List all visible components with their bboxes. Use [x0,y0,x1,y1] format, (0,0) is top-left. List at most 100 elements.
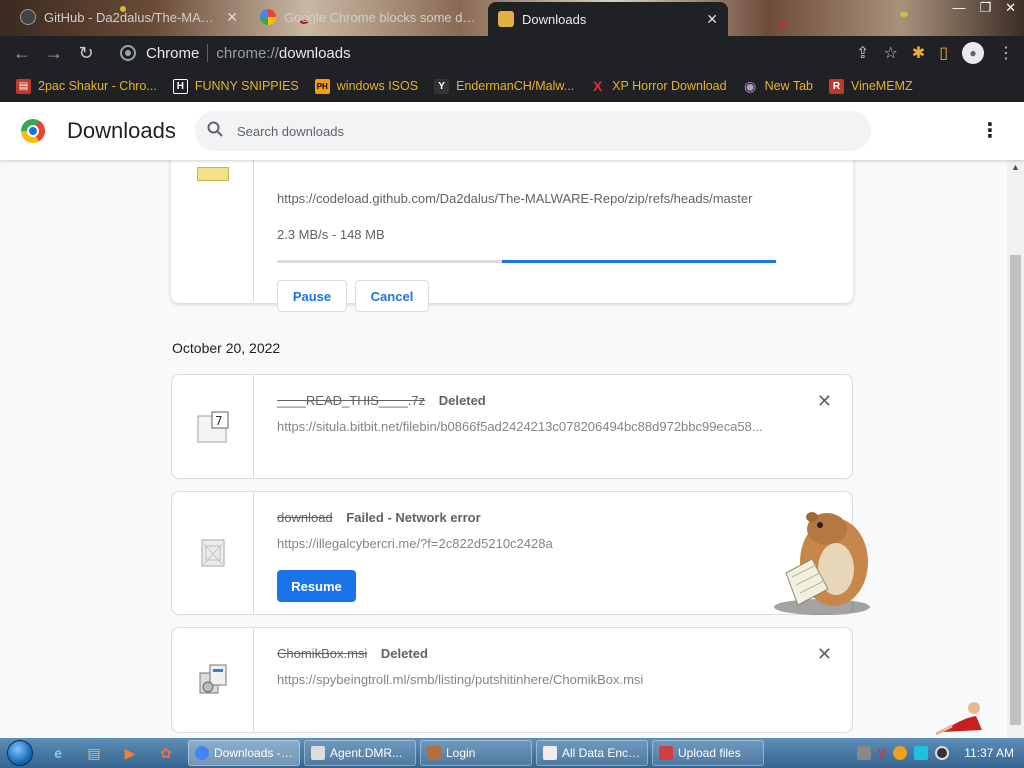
resume-button[interactable]: Resume [277,570,356,602]
share-icon[interactable]: ⇪ [856,43,869,63]
more-actions-icon[interactable]: ⋮ [980,119,1000,143]
taskbar-label: Upload files [678,746,741,760]
window-controls: — ❐ ✕ [952,0,1016,20]
chrome-icon [195,746,209,760]
scrollbar-thumb[interactable] [1010,255,1021,725]
extensions-icon[interactable]: ✱ [912,43,925,63]
url-path: downloads [278,44,351,62]
bookmark-endermanch[interactable]: Y EndermanCH/Malw... [434,78,574,94]
download-url[interactable]: https://codeload.github.com/Da2dalus/The… [277,191,777,206]
system-tray: V 11:37 AM [856,738,1024,768]
tray-volume-icon[interactable] [935,746,950,760]
download-card-active: https://codeload.github.com/Da2dalus/The… [171,160,853,312]
window-icon [543,746,557,760]
remove-icon[interactable]: ✕ [817,644,832,665]
scroll-up-icon[interactable]: ▲ [1011,162,1020,172]
bookmark-xp-horror[interactable]: X XP Horror Download [590,78,727,94]
bookmark-favicon-icon: R [829,78,844,94]
bookmark-label: FUNNY SNIPPIES [194,79,299,93]
taskbar-button-upload-files[interactable]: Upload files [652,740,764,766]
download-card: download Failed - Network error https://… [171,491,853,615]
close-icon[interactable]: ✕ [706,11,718,28]
bookmark-favicon-icon: H [172,78,188,94]
bookmark-funny-snippies[interactable]: H FUNNY SNIPPIES [172,78,299,94]
pause-button[interactable]: Pause [277,280,347,312]
bookmarks-bar: ▤ 2pac Shakur - Chro... H FUNNY SNIPPIES… [0,70,1024,102]
forward-button[interactable]: → [38,37,70,69]
search-icon [207,121,223,142]
back-button[interactable]: ← [6,37,38,69]
svg-text:7: 7 [215,414,223,428]
close-icon[interactable]: ✕ [226,9,238,26]
file-icon-column [172,160,254,302]
file-explorer-icon[interactable]: ▤ [80,739,108,767]
download-name-row: ChomikBox.msi Deleted [277,646,428,661]
downloads-header: Downloads ⋮ [0,102,1024,160]
zip-file-icon [197,167,229,181]
taskbar-label: Login [446,746,476,760]
tab-downloads[interactable]: Downloads ✕ [488,2,728,36]
side-panel-icon[interactable]: ▯ [939,43,948,63]
tray-v-icon[interactable]: V [878,746,887,761]
taskbar-button-login[interactable]: Login [420,740,532,766]
internet-explorer-icon[interactable]: e [44,739,72,767]
date-group-header: October 20, 2022 [172,340,281,356]
minimize-icon[interactable]: — [952,0,965,20]
tab-github[interactable]: GitHub - Da2dalus/The-MALWA... ✕ [10,2,248,32]
profile-avatar[interactable]: ● [962,42,984,64]
remove-icon[interactable]: ✕ [817,391,832,412]
omnibox-label: Chrome [146,44,200,62]
download-url[interactable]: https://spybeingtroll.ml/smb/listing/put… [277,672,777,687]
file-name[interactable]: ____READ_THIS____.7z [277,393,425,408]
window-icon [311,746,325,760]
taskbar-label: All Data Encr... [562,746,641,760]
bookmark-windows-isos[interactable]: PH windows ISOS [314,78,418,94]
tab-google-chrome-blocks[interactable]: Google Chrome blocks some do... [250,2,486,32]
tray-app-icon[interactable] [856,746,871,760]
app-quicklaunch-icon[interactable]: ✿ [152,739,180,767]
file-name[interactable]: ChomikBox.msi [277,646,367,661]
address-bar[interactable]: Chrome chrome:// downloads [108,39,888,67]
downloads-list[interactable]: https://codeload.github.com/Da2dalus/The… [0,160,1007,738]
download-url[interactable]: https://illegalcybercri.me/?f=2c822d5210… [277,536,777,551]
bookmark-label: XP Horror Download [612,79,727,93]
desktop-figure-image [935,702,982,736]
bookmark-favicon-icon: PH [314,78,330,94]
download-card: 7 ____READ_THIS____.7z Deleted https://s… [171,374,853,479]
taskbar-button-all-data-encrypted[interactable]: All Data Encr... [536,740,648,766]
tray-search-icon[interactable] [893,746,908,760]
cancel-button[interactable]: Cancel [355,280,429,312]
bookmark-new-tab[interactable]: ◉ New Tab [743,78,813,94]
bookmark-label: VineMEMZ [851,79,913,93]
tray-display-icon[interactable] [914,746,929,760]
divider [207,44,209,62]
toolbar-actions: ⇪ ☆ ✱ ▯ ● ⋮ [856,36,1014,70]
download-status: Deleted [380,646,428,661]
bookmark-favicon-icon: Y [434,78,450,94]
page-scrollbar[interactable]: ▲ [1007,160,1024,738]
file-name[interactable]: download [277,510,333,525]
media-player-icon[interactable]: ▶ [116,739,144,767]
hamster-sticker-image [774,512,870,615]
start-button[interactable] [0,738,40,768]
reload-button[interactable]: ↻ [70,37,102,69]
tab-title: GitHub - Da2dalus/The-MALWA... [44,9,219,25]
bookmark-star-icon[interactable]: ☆ [883,43,897,63]
chrome-menu-icon[interactable]: ⋮ [998,43,1014,63]
search-box[interactable] [195,111,871,151]
bookmark-favicon-icon: X [593,78,603,94]
clock[interactable]: 11:37 AM [964,746,1014,760]
tab-title: Google Chrome blocks some do... [284,9,476,25]
chrome-icon [120,45,136,61]
taskbar-button-agent[interactable]: Agent.DMR... [304,740,416,766]
restore-icon[interactable]: ❐ [979,0,991,20]
bookmark-2pac[interactable]: ▤ 2pac Shakur - Chro... [16,78,157,94]
upload-app-icon [659,746,673,760]
search-input[interactable] [237,123,837,139]
taskbar-button-downloads[interactable]: Downloads - ... [188,740,300,766]
bookmark-vinememz[interactable]: R VineMEMZ [829,78,913,94]
download-status: Failed - Network error [346,510,481,525]
download-name-row: download Failed - Network error [277,510,481,525]
close-window-icon[interactable]: ✕ [1005,0,1016,20]
download-url[interactable]: https://situla.bitbit.net/filebin/b0866f… [277,419,777,434]
